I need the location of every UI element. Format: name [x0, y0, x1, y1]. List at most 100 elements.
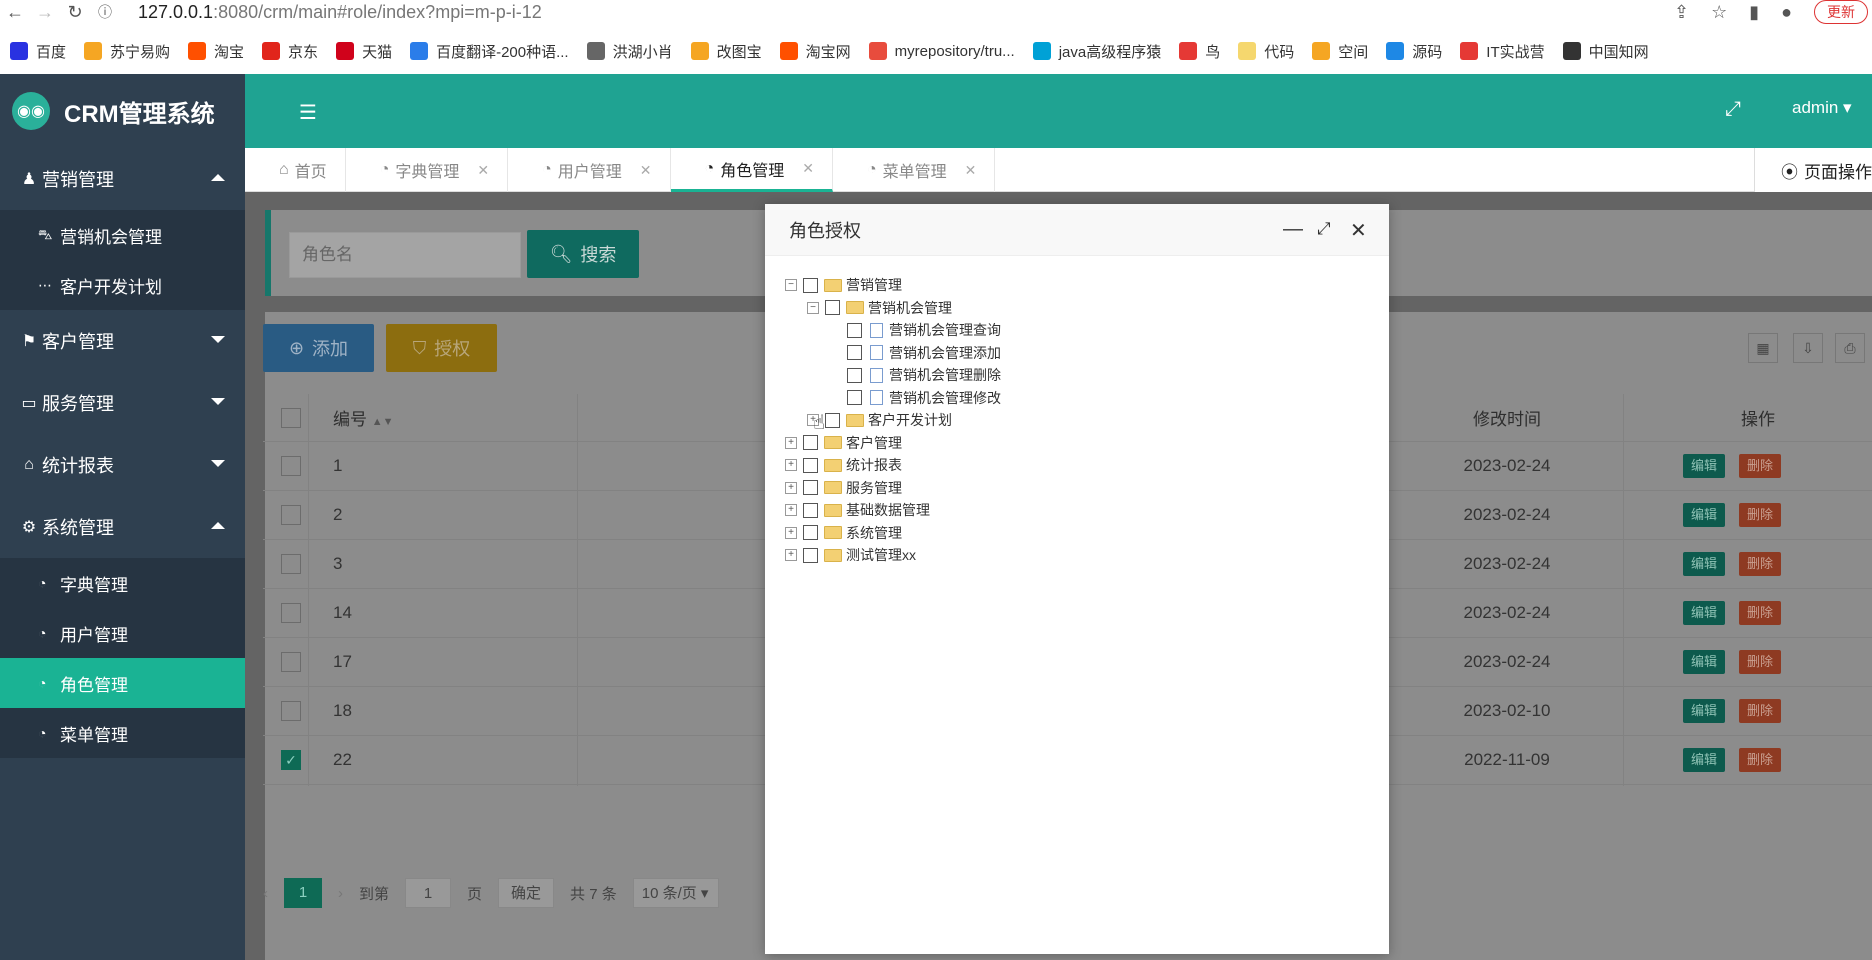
menu-group-header[interactable]: ⚙ 系统管理	[0, 496, 245, 558]
edit-button[interactable]: 编辑	[1683, 552, 1726, 576]
print-icon[interactable]: ⎙	[1835, 333, 1865, 363]
menu-group-header[interactable]: ⚑ 客户管理	[0, 310, 245, 372]
sidebar-item[interactable]: ◔ 字典管理	[0, 558, 245, 608]
bookmark-item[interactable]: 中国知网	[1562, 41, 1649, 62]
tree-node[interactable]: + 统计报表	[785, 454, 1001, 477]
delete-button[interactable]: 删除	[1739, 699, 1782, 723]
tab-close-icon[interactable]: ✕	[477, 162, 489, 179]
tab-close-icon[interactable]: ✕	[802, 160, 814, 177]
delete-button[interactable]: 删除	[1739, 454, 1782, 478]
search-input[interactable]: 角色名	[289, 232, 521, 278]
row-checkbox[interactable]: ✓	[281, 750, 301, 770]
tab[interactable]: ⌂ 首页	[245, 148, 346, 192]
tree-node[interactable]: + 系统管理	[785, 522, 1001, 545]
tree-checkbox[interactable]	[847, 345, 862, 361]
sidebar-item[interactable]: ⋯ 客户开发计划	[0, 260, 245, 310]
edit-button[interactable]: 编辑	[1683, 699, 1726, 723]
back-icon[interactable]: ←	[0, 3, 30, 21]
bookmark-item[interactable]: 天猫	[336, 41, 392, 62]
bookmark-item[interactable]: 代码	[1238, 41, 1294, 62]
bookmark-item[interactable]: 淘宝网	[779, 41, 851, 62]
expand-icon[interactable]: +	[785, 526, 797, 539]
sidebar-item[interactable]: ⛍ 营销机会管理	[0, 210, 245, 260]
bookmark-item[interactable]: 改图宝	[690, 41, 762, 62]
tree-checkbox[interactable]	[825, 412, 840, 428]
tree-checkbox[interactable]	[847, 367, 862, 383]
tree-node[interactable]: − 营销机会管理	[785, 297, 1001, 320]
goto-page-input[interactable]: 1	[405, 878, 452, 908]
tree-checkbox[interactable]	[847, 322, 862, 338]
tab-close-icon[interactable]: ✕	[965, 162, 977, 179]
bookmark-item[interactable]: 百度	[10, 41, 66, 62]
current-page[interactable]: 1	[284, 878, 322, 908]
minimize-icon[interactable]: —	[1283, 218, 1303, 241]
next-page-icon[interactable]: ›	[338, 885, 343, 902]
edit-button[interactable]: 编辑	[1683, 503, 1726, 527]
tree-checkbox[interactable]	[803, 547, 818, 563]
edit-button[interactable]: 编辑	[1683, 454, 1726, 478]
bookmark-item[interactable]: 空间	[1312, 41, 1368, 62]
export-icon[interactable]: ⇩	[1793, 333, 1823, 363]
tab[interactable]: ◔ 角色管理 ✕	[670, 148, 833, 192]
url-text[interactable]: 127.0.0.1:8080/crm/main#role/index?mpi=m…	[138, 2, 542, 23]
row-checkbox[interactable]	[281, 701, 301, 721]
tree-node[interactable]: 营销机会管理添加	[785, 342, 1001, 365]
menu-toggle-icon[interactable]: ☰	[299, 100, 317, 125]
page-size-select[interactable]: 10 条/页 ▾	[632, 878, 719, 908]
user-menu[interactable]: admin ▾	[1792, 98, 1852, 118]
delete-button[interactable]: 删除	[1739, 748, 1782, 772]
tree-node[interactable]: 营销机会管理修改	[785, 387, 1001, 410]
sidebar-item[interactable]: ◔ 菜单管理	[0, 708, 245, 758]
bookmark-item[interactable]: 鸟	[1179, 41, 1220, 62]
goto-confirm-button[interactable]: 确定	[498, 878, 555, 908]
expand-icon[interactable]: +	[785, 436, 797, 449]
collapse-icon[interactable]: −	[807, 301, 819, 314]
expand-icon[interactable]: +	[785, 504, 797, 517]
tree-checkbox[interactable]	[803, 277, 818, 293]
edit-button[interactable]: 编辑	[1683, 601, 1726, 625]
sidebar-item[interactable]: ◔ 用户管理	[0, 608, 245, 658]
collapse-icon[interactable]: −	[785, 279, 797, 292]
columns-icon[interactable]: ▦	[1748, 333, 1778, 363]
reload-icon[interactable]: ↻	[60, 3, 90, 21]
tree-node[interactable]: + 基础数据管理	[785, 499, 1001, 522]
auth-button[interactable]: ⛉ 授权	[386, 324, 497, 372]
bookmark-item[interactable]: myrepository/tru...	[868, 42, 1015, 60]
tab-close-icon[interactable]: ✕	[640, 162, 652, 179]
tree-checkbox[interactable]	[803, 457, 818, 473]
bookmark-item[interactable]: 洪湖小肖	[586, 41, 673, 62]
profile-icon[interactable]: ●	[1781, 2, 1792, 23]
prev-page-icon[interactable]: ‹	[263, 885, 268, 902]
row-checkbox[interactable]	[281, 456, 301, 476]
row-checkbox[interactable]	[281, 652, 301, 672]
maximize-icon[interactable]: ⤢	[1317, 219, 1331, 239]
bookmark-item[interactable]: 百度翻译-200种语...	[410, 41, 569, 62]
bookmark-item[interactable]: java高级程序猿	[1032, 41, 1161, 62]
bookmark-item[interactable]: 京东	[262, 41, 318, 62]
delete-button[interactable]: 删除	[1739, 601, 1782, 625]
forward-icon[interactable]: →	[30, 3, 60, 21]
delete-button[interactable]: 删除	[1739, 552, 1782, 576]
expand-icon[interactable]: +	[785, 481, 797, 494]
tab[interactable]: ◔ 用户管理 ✕	[508, 148, 671, 192]
tab[interactable]: ◔ 字典管理 ✕	[346, 148, 509, 192]
bookmark-item[interactable]: 淘宝	[188, 41, 244, 62]
row-checkbox[interactable]	[281, 554, 301, 574]
tab[interactable]: ◔ 菜单管理 ✕	[833, 148, 996, 192]
row-checkbox[interactable]	[281, 603, 301, 623]
menu-group-header[interactable]: ▭ 服务管理	[0, 372, 245, 434]
tree-checkbox[interactable]	[803, 480, 818, 496]
tree-checkbox[interactable]	[803, 435, 818, 451]
tree-node[interactable]: + 测试管理xx	[785, 544, 1001, 567]
header-id[interactable]: 编号 ▲▼	[333, 405, 394, 430]
close-icon[interactable]: ✕	[1350, 218, 1367, 243]
star-icon[interactable]: ☆	[1711, 2, 1727, 23]
sidebar-item[interactable]: ◔ 角色管理	[0, 658, 245, 708]
share-icon[interactable]: ⇪	[1674, 2, 1689, 23]
delete-button[interactable]: 删除	[1739, 503, 1782, 527]
expand-icon[interactable]: +	[785, 459, 797, 472]
tree-checkbox[interactable]	[803, 525, 818, 541]
row-checkbox[interactable]	[281, 505, 301, 525]
add-button[interactable]: ⊕ 添加	[263, 324, 374, 372]
edit-button[interactable]: 编辑	[1683, 748, 1726, 772]
